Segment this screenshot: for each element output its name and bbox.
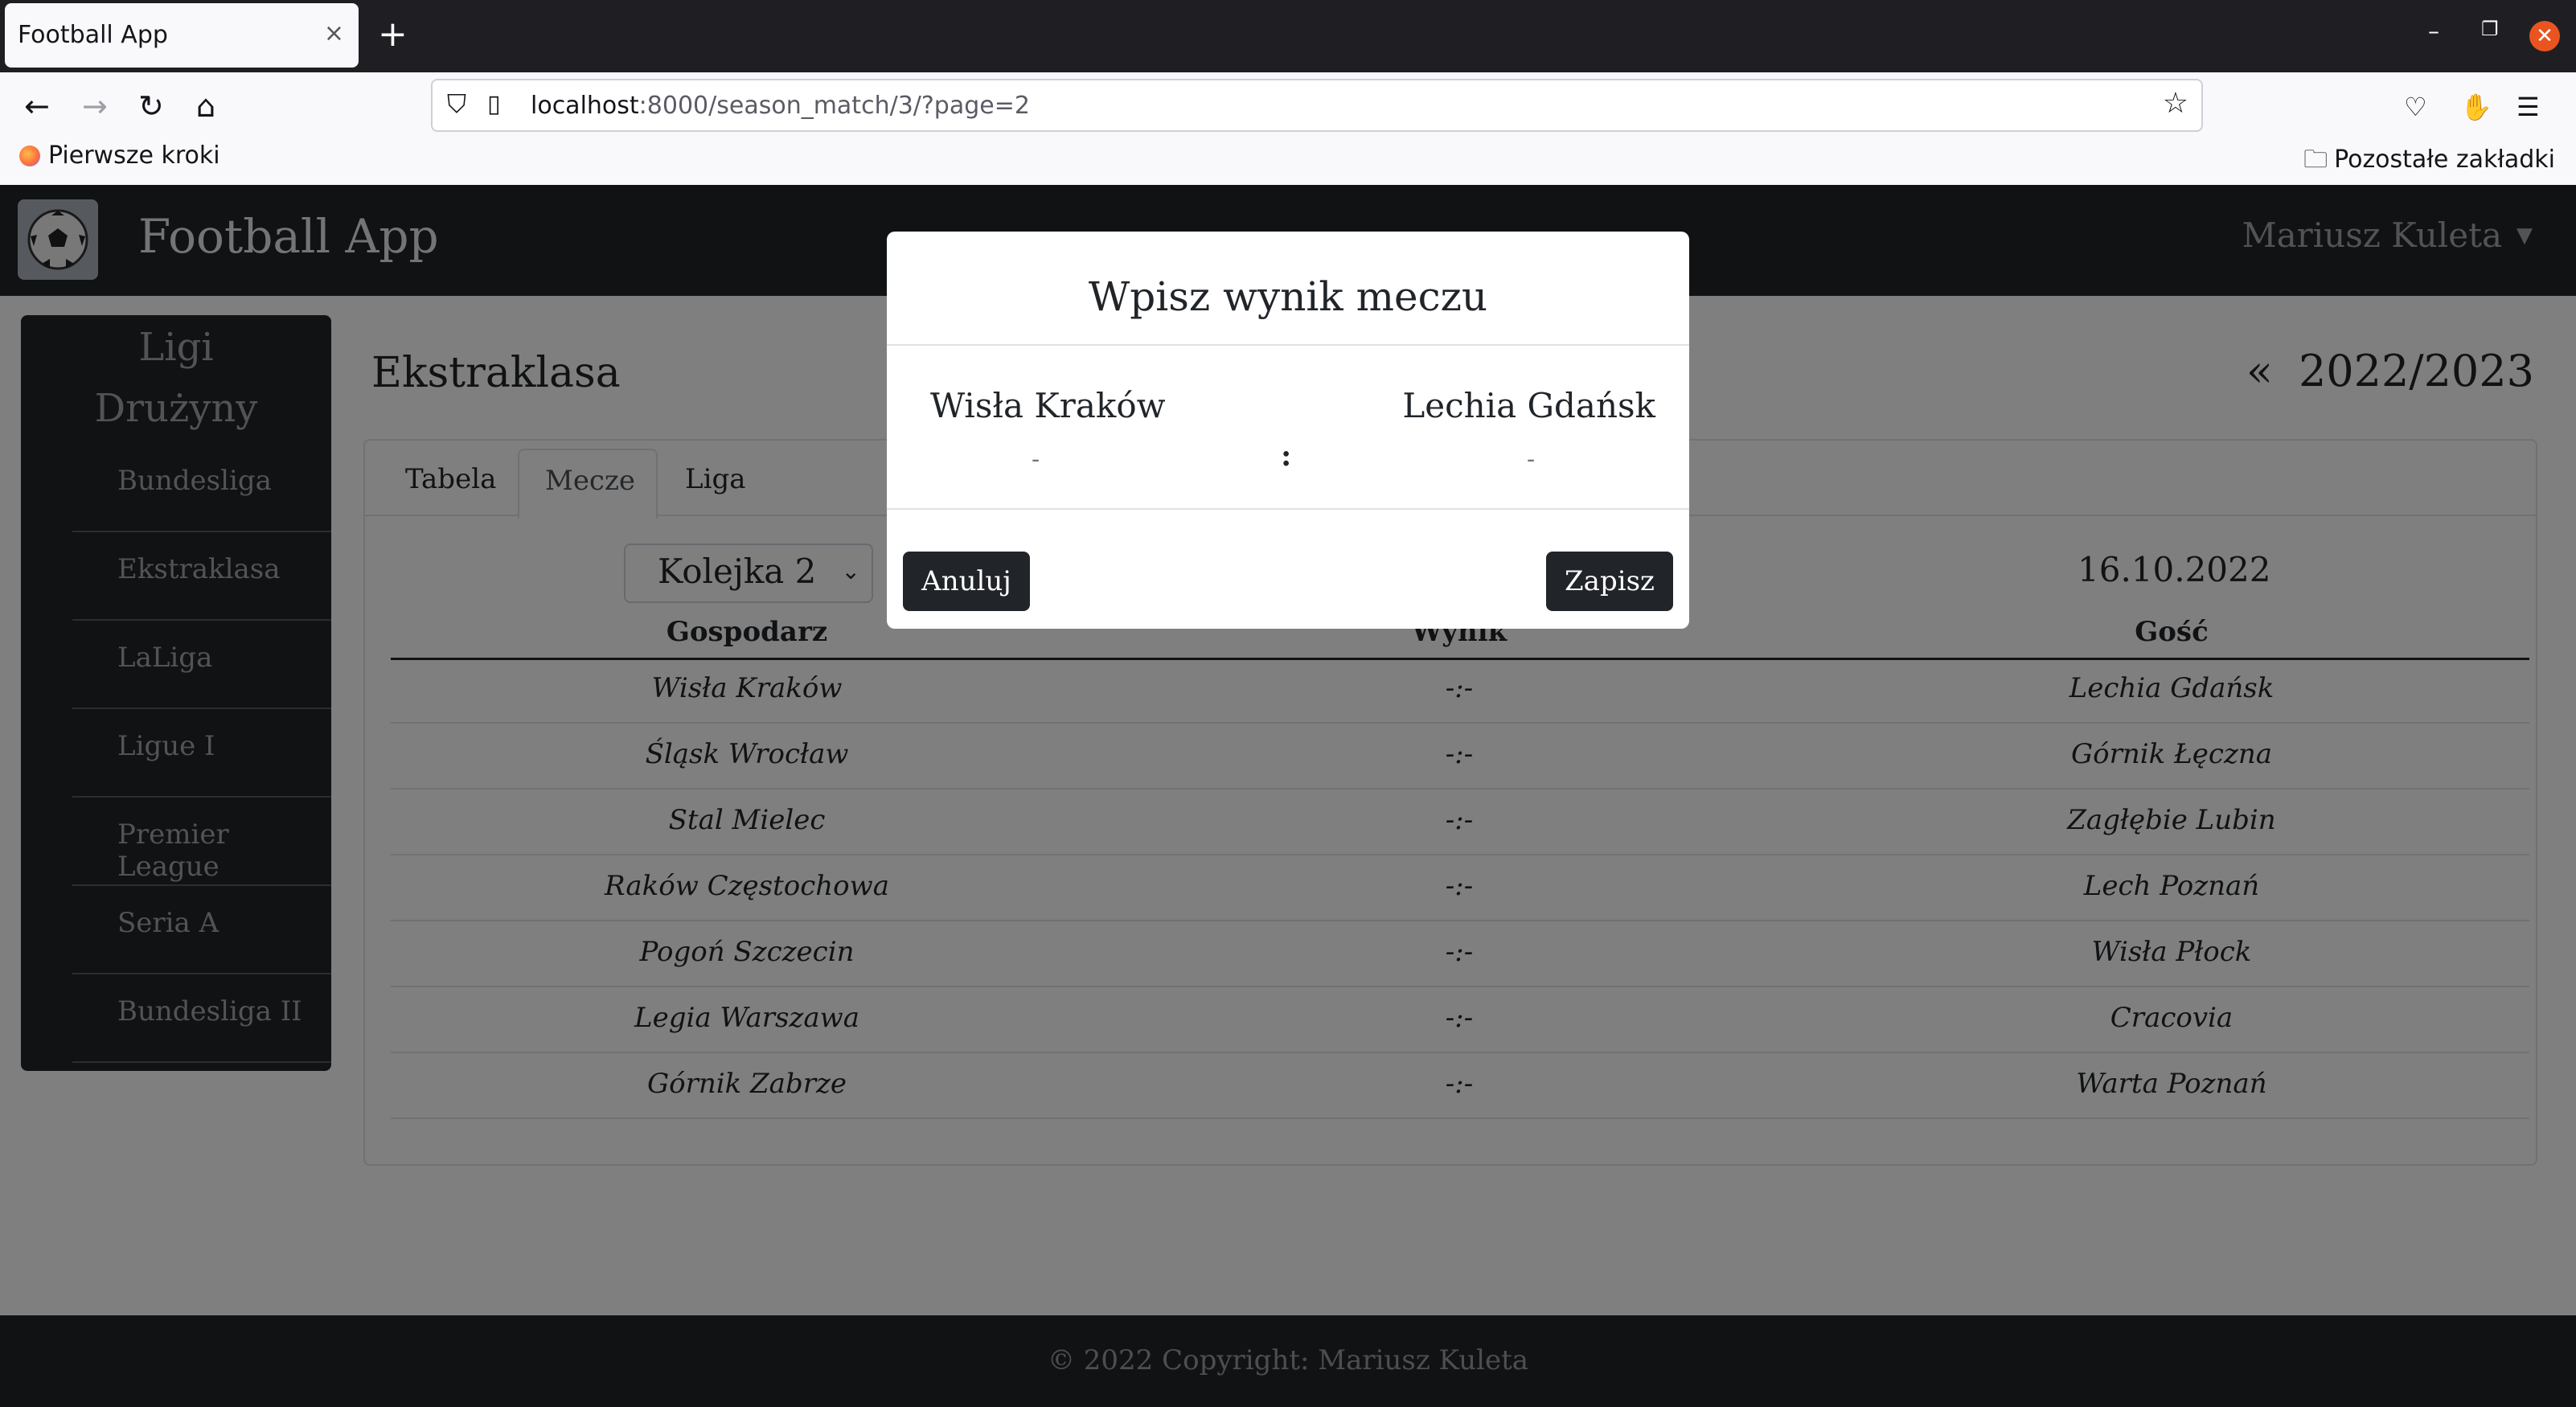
modal-away-team: Lechia Gdańsk <box>1402 386 1655 425</box>
browser-tab[interactable]: Football App × <box>5 3 359 68</box>
folder-icon: 🗀 <box>2303 146 2328 174</box>
extension-icon[interactable]: ✋ <box>2460 92 2492 122</box>
bookmark-other-label: Pozostałe zakładki <box>2334 146 2555 174</box>
tab-title: Football App <box>18 21 168 49</box>
back-icon[interactable]: ← <box>24 88 50 124</box>
window-close-icon[interactable]: ✕ <box>2529 21 2560 51</box>
modal-divider <box>887 508 1689 510</box>
score-modal: Wpisz wynik meczu Wisła Kraków Lechia Gd… <box>887 232 1689 629</box>
tab-close-icon[interactable]: × <box>324 19 344 47</box>
pocket-icon[interactable]: ♡ <box>2404 92 2427 122</box>
cancel-button[interactable]: Anuluj <box>903 552 1030 611</box>
modal-divider <box>887 344 1689 346</box>
firefox-icon <box>19 146 40 166</box>
score-separator: : <box>1281 439 1292 473</box>
modal-home-team: Wisła Kraków <box>930 386 1166 425</box>
forward-icon[interactable]: → <box>82 88 108 124</box>
home-score-input[interactable]: - <box>1032 445 1040 474</box>
bookmarks-bar: Pierwsze kroki 🗀 Pozostałe zakładki <box>0 137 2576 185</box>
url-path: :8000/season_match/3/?page=2 <box>638 92 1030 120</box>
save-button[interactable]: Zapisz <box>1546 552 1673 611</box>
bookmark-star-icon[interactable]: ☆ <box>2163 87 2188 120</box>
shield-icon[interactable]: ⛉ <box>447 88 466 120</box>
page-icon: ▯ <box>487 90 501 118</box>
restore-icon[interactable]: ❐ <box>2481 18 2499 40</box>
browser-tab-bar: Football App × + – ❐ ✕ <box>0 0 2576 72</box>
reload-icon[interactable]: ↻ <box>138 88 164 124</box>
bookmark-first-steps-label: Pierwsze kroki <box>48 142 220 170</box>
new-tab-icon[interactable]: + <box>378 14 408 55</box>
bookmark-other[interactable]: 🗀 Pozostałe zakładki <box>2303 142 2555 183</box>
menu-icon[interactable]: ☰ <box>2517 92 2540 122</box>
modal-title: Wpisz wynik meczu <box>1088 273 1488 320</box>
bookmark-first-steps[interactable]: Pierwsze kroki <box>19 142 220 170</box>
minimize-icon[interactable]: – <box>2428 18 2439 44</box>
url-text: localhost:8000/season_match/3/?page=2 <box>531 92 1030 120</box>
away-score-input[interactable]: - <box>1527 445 1535 474</box>
home-icon[interactable]: ⌂ <box>196 88 215 124</box>
url-host: localhost <box>531 92 639 120</box>
address-bar[interactable]: ⛉ ▯ localhost:8000/season_match/3/?page=… <box>431 79 2203 132</box>
